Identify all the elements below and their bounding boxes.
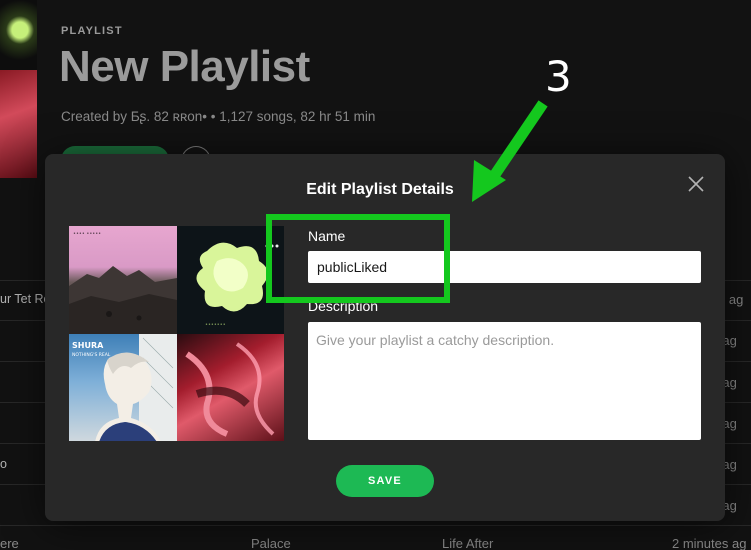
cover-art-shura: SHURA NOTHING'S REAL — [69, 333, 177, 441]
row-divider — [0, 525, 751, 526]
track-added: 2 minutes ag — [672, 536, 747, 550]
cover-artist-text: SHURA — [72, 341, 104, 350]
track-title[interactable]: ere — [0, 536, 19, 550]
dialog-title: Edit Playlist Details — [306, 181, 454, 198]
save-button[interactable]: SAVE — [336, 465, 434, 497]
track-title[interactable]: ur Tet Ro — [0, 292, 51, 306]
playlist-cover-image[interactable]: •••• ••••• ••••••• SHURA NOTHING'S REAL — [69, 226, 284, 441]
highlight-box — [266, 214, 450, 303]
step-number: 3 — [545, 52, 572, 101]
track-title[interactable]: o — [0, 457, 7, 471]
playlist-cover-thumbnail — [0, 0, 37, 178]
cover-subtitle-text: NOTHING'S REAL — [72, 352, 111, 358]
playlist-meta: Created by Ƃʂ. 82 ʀʀon• • 1,127 songs, 8… — [61, 109, 376, 124]
pointer-arrow-icon — [472, 100, 548, 202]
playlist-title: New Playlist — [59, 42, 310, 91]
close-icon[interactable] — [686, 174, 706, 194]
cover-q2-text: ••••••• — [205, 322, 226, 328]
cover-q1-text: •••• ••••• — [73, 231, 101, 237]
cover-art-red — [176, 333, 284, 441]
edit-playlist-dialog: Edit Playlist Details •••• ••••• ••••••• — [45, 154, 725, 521]
playlist-description-input[interactable] — [308, 322, 701, 440]
track-artist[interactable]: Palace — [251, 536, 291, 550]
cover-art-desert: •••• ••••• — [69, 226, 177, 334]
track-album[interactable]: Life After — [442, 536, 493, 550]
playlist-type-label: PLAYLIST — [61, 25, 123, 37]
